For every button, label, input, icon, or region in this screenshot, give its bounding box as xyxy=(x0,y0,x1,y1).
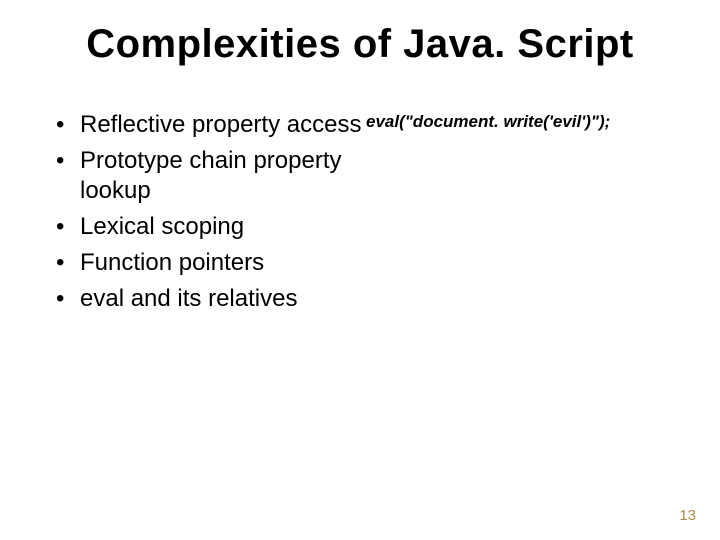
slide-title: Complexities of Java. Script xyxy=(0,22,720,67)
code-column: eval("document. write('evil')"); xyxy=(366,110,676,320)
bullet-item: Lexical scoping xyxy=(56,212,366,242)
bullet-column: Reflective property access Prototype cha… xyxy=(56,110,366,320)
page-number: 13 xyxy=(679,507,696,524)
bullet-item: Prototype chain property lookup xyxy=(56,146,366,206)
bullet-list: Reflective property access Prototype cha… xyxy=(56,110,366,314)
bullet-item: Reflective property access xyxy=(56,110,366,140)
slide-body: Reflective property access Prototype cha… xyxy=(56,110,676,320)
code-sample: eval("document. write('evil')"); xyxy=(366,112,676,132)
slide: Complexities of Java. Script Reflective … xyxy=(0,0,720,540)
bullet-item: Function pointers xyxy=(56,248,366,278)
bullet-item: eval and its relatives xyxy=(56,284,366,314)
